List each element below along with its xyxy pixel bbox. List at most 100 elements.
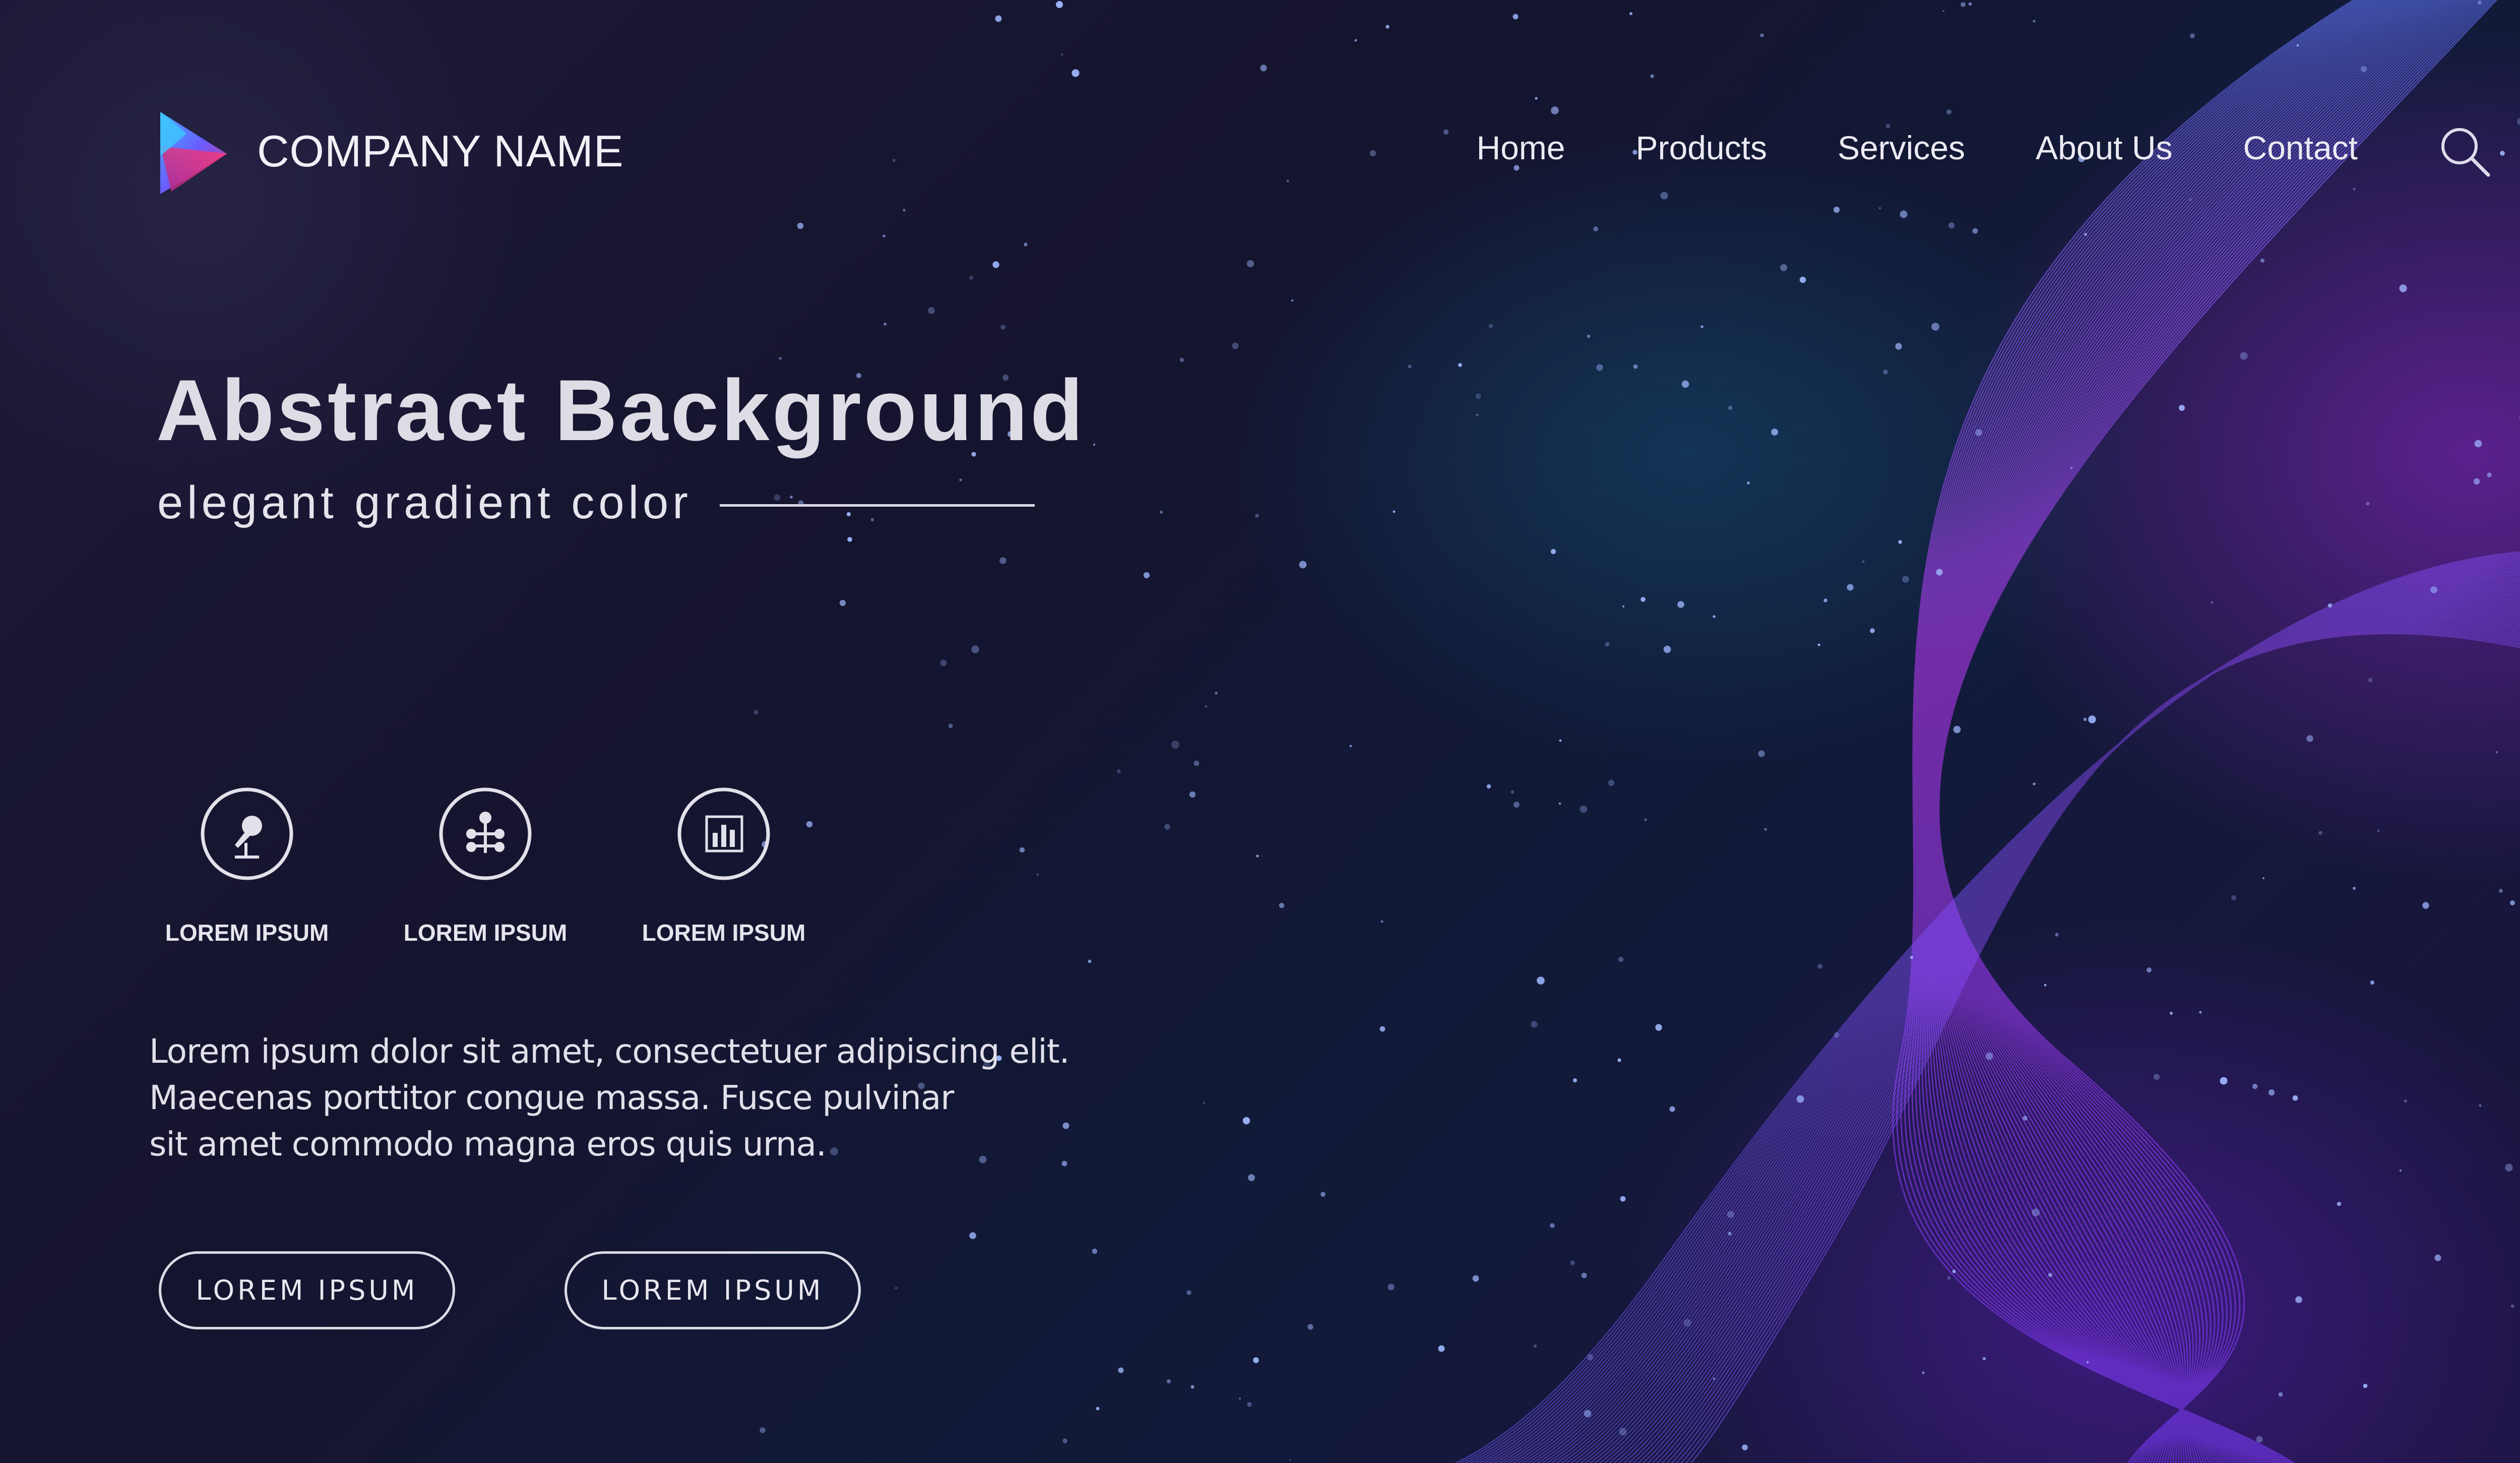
secondary-cta-button[interactable]: LOREM IPSUM <box>564 1251 861 1329</box>
star-dot <box>1143 572 1150 579</box>
wave-line <box>1473 558 2520 1463</box>
network-icon <box>439 787 532 880</box>
star-dot <box>1771 429 1778 436</box>
star-dot <box>2295 1296 2302 1303</box>
star-dot <box>2032 1208 2040 1216</box>
play-logo-icon <box>160 112 227 194</box>
star-dot <box>1171 741 1179 749</box>
star-dot <box>1203 1102 1206 1105</box>
star-dot <box>1472 1275 1479 1282</box>
wave-line <box>1464 555 2520 1463</box>
microphone-icon <box>201 787 293 880</box>
star-dot <box>1190 1385 1194 1389</box>
star-dot <box>1728 405 1733 410</box>
star-dot <box>2023 1116 2028 1121</box>
star-dot <box>2292 1095 2298 1101</box>
star-dot <box>1922 1371 1925 1374</box>
star-dot <box>1379 1026 1385 1032</box>
nav-products[interactable]: Products <box>1636 129 1767 167</box>
hero-subtitle: elegant gradient color <box>157 477 692 528</box>
star-dot <box>1975 429 1982 436</box>
star-dot <box>2377 829 2380 832</box>
company-logo[interactable]: COMPANY NAME <box>156 106 624 197</box>
search-icon[interactable] <box>2437 124 2492 179</box>
star-dot <box>2088 715 2096 723</box>
star-dot <box>2353 188 2356 191</box>
star-dot <box>1513 14 1519 20</box>
wave-line <box>1468 557 2520 1463</box>
subtitle-divider <box>719 504 1035 507</box>
star-dot <box>1388 1284 1395 1291</box>
star-dot <box>995 15 1002 22</box>
star-dot <box>2169 1011 2173 1015</box>
wave-line <box>1933 0 2471 1463</box>
star-dot <box>2366 502 2370 506</box>
star-dot <box>1193 760 1200 766</box>
star-dot <box>1902 576 1909 583</box>
star-dot <box>1619 1428 1627 1436</box>
star-dot <box>1286 179 1289 182</box>
star-dot <box>1514 802 1520 808</box>
star-dot <box>1618 956 1624 962</box>
feature-item[interactable]: LOREM IPSUM <box>628 786 820 946</box>
star-dot <box>2370 980 2375 985</box>
star-dot <box>1118 1367 1124 1373</box>
star-dot <box>1608 779 1615 786</box>
hero-title: Abstract Background <box>156 362 1086 459</box>
star-dot <box>2189 198 2192 201</box>
bar-chart-icon <box>677 787 770 880</box>
star-dot <box>2510 1304 2514 1308</box>
star-dot <box>1898 540 1902 544</box>
star-dot <box>1550 1223 1555 1228</box>
star-dot <box>2479 1104 2482 1107</box>
star-dot <box>1570 1260 1575 1265</box>
primary-cta-button[interactable]: LOREM IPSUM <box>159 1251 455 1329</box>
star-dot <box>1883 370 1888 375</box>
star-dot <box>1817 964 1822 969</box>
star-dot <box>1870 628 1875 633</box>
star-dot <box>1189 791 1196 798</box>
star-dot <box>1246 260 1254 268</box>
star-dot <box>1644 818 1647 821</box>
star-dot <box>1056 1 1063 8</box>
star-dot <box>1596 364 1603 371</box>
star-dot <box>2262 877 2265 880</box>
feature-item[interactable]: LOREM IPSUM <box>390 786 581 946</box>
star-dot <box>2055 933 2059 937</box>
background-wave-art <box>753 0 2520 1463</box>
nav-services[interactable]: Services <box>1838 129 1965 167</box>
star-dot <box>1551 106 1559 114</box>
wave-line <box>1492 565 2520 1463</box>
star-dot <box>1559 739 1562 742</box>
star-dot <box>1186 1290 1191 1295</box>
star-dot <box>1655 1024 1662 1031</box>
cta-buttons: LOREM IPSUM LOREM IPSUM <box>159 1251 970 1329</box>
star-dot <box>2505 1164 2513 1172</box>
star-dot <box>839 599 846 606</box>
star-dot <box>1088 959 1092 963</box>
star-dot <box>1092 1248 1098 1254</box>
body-line: Maecenas porttitor congue massa. Fusce p… <box>149 1078 954 1117</box>
main-nav: Home Products Services About Us Contact <box>1406 129 2358 167</box>
star-dot <box>1796 1095 1804 1103</box>
star-dot <box>1878 207 1881 210</box>
star-dot <box>2086 1361 2089 1364</box>
nav-about-us[interactable]: About Us <box>2036 129 2172 167</box>
nav-contact[interactable]: Contact <box>2243 129 2358 167</box>
star-dot <box>1580 805 1588 813</box>
star-dot <box>1584 1410 1592 1418</box>
star-dot <box>1000 325 1005 330</box>
nav-home[interactable]: Home <box>1476 129 1565 167</box>
star-dot <box>969 1232 976 1239</box>
wave-line <box>1454 551 2520 1463</box>
star-dot <box>1117 769 1121 773</box>
feature-item[interactable]: LOREM IPSUM <box>151 786 343 946</box>
star-dot <box>884 323 887 326</box>
star-dot <box>1760 33 1764 37</box>
star-dot <box>1700 325 1704 328</box>
star-dot <box>1581 1272 1587 1278</box>
wave-line <box>1613 608 2520 1463</box>
body-line: sit amet commodo magna eros quis urna. <box>149 1125 827 1164</box>
star-dot <box>2473 478 2480 485</box>
wave-line <box>1930 0 2452 1463</box>
